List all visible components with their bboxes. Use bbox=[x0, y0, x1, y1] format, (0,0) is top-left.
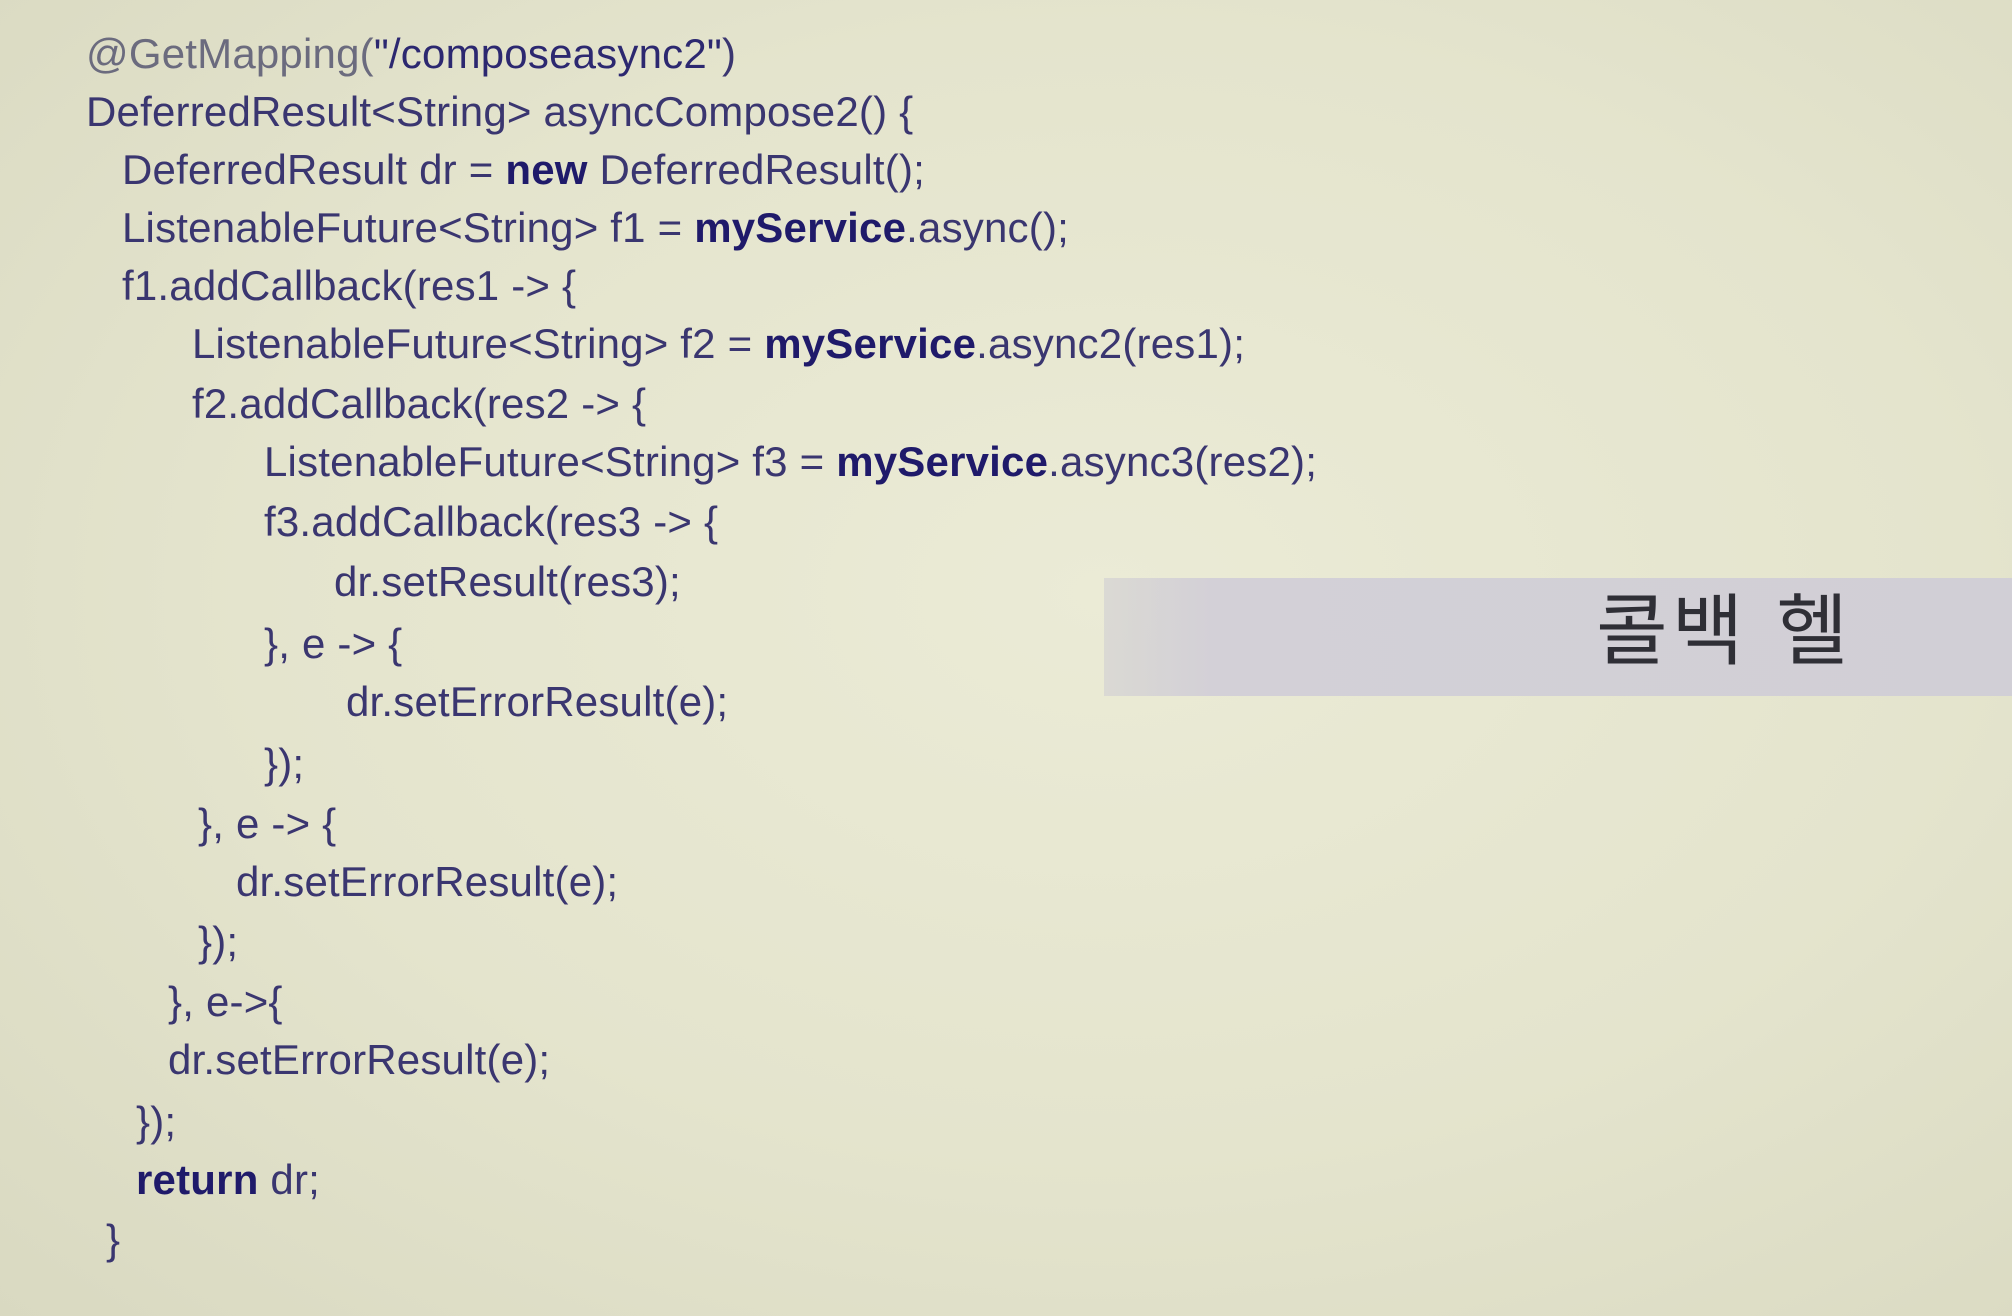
code-token: ListenableFuture<String> f2 = bbox=[192, 320, 765, 367]
code-token: }); bbox=[198, 918, 239, 965]
code-line: f3.addCallback(res3 -> { bbox=[264, 494, 718, 550]
code-token: DeferredResult dr = bbox=[122, 146, 506, 193]
code-token: f2.addCallback(res2 -> { bbox=[192, 380, 647, 427]
code-keyword: myService bbox=[694, 204, 907, 251]
code-token: f3.addCallback(res3 -> { bbox=[264, 498, 719, 545]
code-keyword: myService bbox=[764, 320, 977, 367]
code-line: ListenableFuture<String> f1 = myService.… bbox=[122, 200, 1069, 256]
code-line: }); bbox=[198, 914, 238, 970]
code-line: dr.setErrorResult(e); bbox=[346, 674, 728, 730]
code-token: ListenableFuture<String> f1 = bbox=[122, 204, 695, 251]
code-token: dr; bbox=[258, 1156, 321, 1203]
callout-bar bbox=[1104, 578, 2012, 696]
code-line: DeferredResult<String> asyncCompose2() { bbox=[86, 84, 913, 140]
code-token: DeferredResult<String> asyncCompose2() { bbox=[86, 88, 914, 135]
code-token: .async2(res1); bbox=[976, 320, 1246, 367]
code-token: ListenableFuture<String> f3 = bbox=[264, 438, 837, 485]
code-line: return dr; bbox=[136, 1152, 320, 1208]
code-token: DeferredResult(); bbox=[587, 146, 926, 193]
code-line: }); bbox=[264, 736, 304, 792]
code-token: dr.setResult(res3); bbox=[334, 558, 681, 605]
code-token: }); bbox=[264, 740, 305, 787]
code-keyword: return bbox=[136, 1156, 259, 1203]
code-token: .async3(res2); bbox=[1048, 438, 1318, 485]
code-token: }, e -> { bbox=[264, 620, 403, 667]
code-token: f1.addCallback(res1 -> { bbox=[122, 262, 577, 309]
code-line: dr.setResult(res3); bbox=[334, 554, 681, 610]
code-keyword: myService bbox=[836, 438, 1049, 485]
code-keyword: new bbox=[505, 146, 588, 193]
code-line: ListenableFuture<String> f3 = myService.… bbox=[264, 434, 1317, 490]
code-line: dr.setErrorResult(e); bbox=[236, 854, 618, 910]
code-token: }, e -> { bbox=[198, 800, 337, 847]
code-line: }, e -> { bbox=[264, 616, 402, 672]
code-annotation: @GetMapping( bbox=[86, 30, 374, 77]
code-line: f1.addCallback(res1 -> { bbox=[122, 258, 576, 314]
code-line: }, e->{ bbox=[168, 974, 283, 1030]
code-line: f2.addCallback(res2 -> { bbox=[192, 376, 646, 432]
code-token: dr.setErrorResult(e); bbox=[168, 1036, 551, 1083]
code-line: DeferredResult dr = new DeferredResult()… bbox=[122, 142, 925, 198]
code-line: ListenableFuture<String> f2 = myService.… bbox=[192, 316, 1245, 372]
code-line: } bbox=[106, 1212, 120, 1268]
code-line: dr.setErrorResult(e); bbox=[168, 1032, 550, 1088]
slide: @GetMapping("/composeasync2") DeferredRes… bbox=[0, 0, 2012, 1316]
callout-label: 콜백 헬 bbox=[1596, 587, 1853, 677]
code-line: }); bbox=[136, 1094, 176, 1150]
code-token: }, e->{ bbox=[168, 978, 283, 1025]
code-token: "/composeasync2" bbox=[373, 30, 723, 77]
code-token: dr.setErrorResult(e); bbox=[236, 858, 619, 905]
code-token: ) bbox=[722, 30, 737, 77]
code-token: dr.setErrorResult(e); bbox=[346, 678, 729, 725]
code-token: } bbox=[106, 1216, 121, 1263]
code-line: @GetMapping("/composeasync2") bbox=[86, 26, 736, 82]
code-line: }, e -> { bbox=[198, 796, 336, 852]
code-token: }); bbox=[136, 1098, 177, 1145]
code-token: .async(); bbox=[906, 204, 1069, 251]
